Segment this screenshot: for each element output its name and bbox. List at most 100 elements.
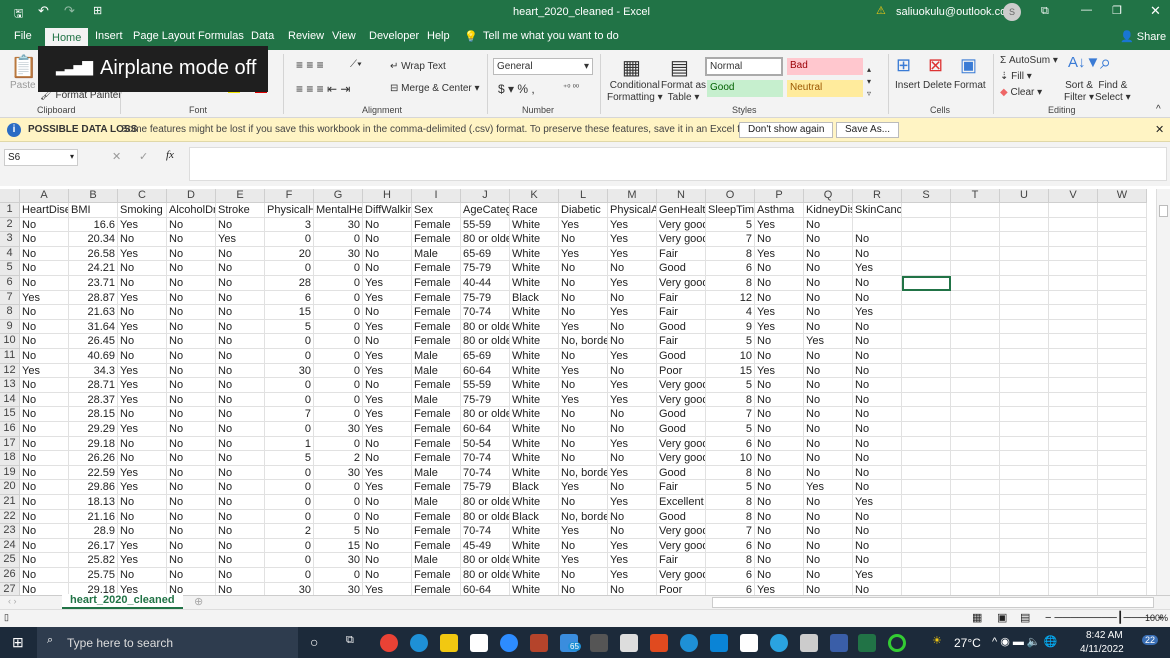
style-neutral[interactable]: Neutral [787, 80, 863, 97]
data-cell[interactable] [1000, 495, 1049, 510]
data-cell[interactable]: Good [657, 407, 706, 422]
taskbar-search[interactable]: ⌕ Type here to search [37, 627, 298, 658]
data-cell[interactable] [902, 261, 951, 276]
data-cell[interactable]: 26.58 [69, 246, 118, 262]
data-cell[interactable] [1049, 349, 1098, 364]
data-cell[interactable] [1000, 217, 1049, 233]
data-cell[interactable] [951, 246, 1000, 262]
data-cell[interactable] [1049, 407, 1098, 422]
data-cell[interactable] [951, 568, 1000, 583]
data-cell[interactable]: No [20, 217, 69, 233]
data-cell[interactable]: 75-79 [461, 480, 510, 495]
header-cell[interactable] [1049, 203, 1098, 218]
header-cell[interactable] [1000, 203, 1049, 218]
zoom-app-icon[interactable] [500, 634, 518, 652]
data-cell[interactable] [1049, 480, 1098, 495]
data-cell[interactable]: No [755, 261, 804, 276]
data-cell[interactable]: Yes [118, 553, 167, 568]
header-cell[interactable]: Asthma [755, 203, 804, 218]
data-cell[interactable] [1049, 363, 1098, 379]
format-cells-button[interactable]: Format [954, 80, 986, 91]
data-cell[interactable]: 1 [265, 436, 314, 452]
data-cell[interactable]: 8 [706, 495, 755, 510]
data-cell[interactable]: Very good [657, 538, 706, 554]
autosum-button[interactable]: Σ AutoSum ▾ [1000, 55, 1058, 66]
data-cell[interactable]: No [216, 246, 265, 262]
data-cell[interactable]: No [216, 305, 265, 320]
data-cell[interactable] [1000, 363, 1049, 379]
data-cell[interactable] [1098, 451, 1147, 466]
data-cell[interactable]: No [20, 261, 69, 276]
telegram-icon[interactable] [770, 634, 788, 652]
row-header[interactable]: 6 [0, 276, 20, 291]
selected-cell[interactable] [902, 276, 951, 291]
data-cell[interactable]: No [216, 378, 265, 393]
row-header[interactable]: 8 [0, 305, 20, 320]
data-cell[interactable]: No [755, 378, 804, 393]
column-header-F[interactable]: F [265, 189, 314, 203]
data-cell[interactable]: No [118, 509, 167, 525]
data-cell[interactable]: No [559, 378, 608, 393]
data-cell[interactable]: No [167, 538, 216, 554]
data-cell[interactable]: 80 or older [461, 568, 510, 583]
data-cell[interactable]: Yes [118, 319, 167, 335]
data-cell[interactable]: No [216, 509, 265, 525]
data-cell[interactable]: 16.6 [69, 217, 118, 233]
data-cell[interactable]: 65-69 [461, 349, 510, 364]
data-cell[interactable]: 6 [706, 538, 755, 554]
data-cell[interactable]: 0 [314, 305, 363, 320]
page-break-view-icon[interactable]: ▤ [1020, 611, 1030, 624]
data-cell[interactable] [1049, 509, 1098, 525]
data-cell[interactable]: No [755, 509, 804, 525]
data-cell[interactable]: Male [412, 363, 461, 379]
data-cell[interactable]: No [167, 217, 216, 233]
file-explorer-icon[interactable] [440, 634, 458, 652]
snowflake-app-icon[interactable] [800, 634, 818, 652]
data-cell[interactable]: No [804, 495, 853, 510]
data-cell[interactable]: No [853, 524, 902, 539]
data-cell[interactable] [1049, 392, 1098, 408]
data-cell[interactable]: 0 [314, 290, 363, 306]
data-cell[interactable] [1049, 217, 1098, 233]
data-cell[interactable]: No [216, 524, 265, 539]
data-cell[interactable]: 7 [265, 407, 314, 422]
data-cell[interactable]: No [755, 232, 804, 247]
data-cell[interactable] [1049, 451, 1098, 466]
data-cell[interactable]: No [216, 495, 265, 510]
header-cell[interactable]: Stroke [216, 203, 265, 218]
data-cell[interactable]: Yes [755, 217, 804, 233]
row-header[interactable]: 17 [0, 436, 20, 452]
data-cell[interactable]: Very good [657, 436, 706, 452]
data-cell[interactable]: Black [510, 509, 559, 525]
row-header[interactable]: 18 [0, 451, 20, 466]
data-cell[interactable]: No [167, 319, 216, 335]
data-cell[interactable]: No [608, 509, 657, 525]
data-cell[interactable]: 10 [706, 451, 755, 466]
data-cell[interactable]: 7 [706, 524, 755, 539]
data-cell[interactable]: 30 [314, 553, 363, 568]
paste-button[interactable]: Paste [10, 80, 36, 91]
data-cell[interactable]: 6 [706, 261, 755, 276]
data-cell[interactable]: No [559, 538, 608, 554]
data-cell[interactable]: No [804, 217, 853, 233]
app-icon-2[interactable] [830, 634, 848, 652]
data-cell[interactable] [951, 407, 1000, 422]
data-cell[interactable]: 0 [314, 334, 363, 349]
align-left-icon[interactable]: ≡ ≡ ≡ ⇤ ⇥ [296, 82, 350, 96]
data-cell[interactable] [902, 217, 951, 233]
data-cell[interactable]: No [167, 305, 216, 320]
data-cell[interactable]: Female [412, 568, 461, 583]
data-cell[interactable] [951, 378, 1000, 393]
formula-input[interactable] [189, 147, 1167, 181]
data-cell[interactable]: Black [510, 480, 559, 495]
cortana-icon[interactable]: ○ [310, 634, 318, 650]
fill-button[interactable]: ⇣ Fill ▾ [1000, 71, 1032, 82]
data-cell[interactable]: Male [412, 246, 461, 262]
data-cell[interactable]: No [20, 305, 69, 320]
tab-help[interactable]: Help [427, 30, 450, 42]
data-cell[interactable]: No [608, 451, 657, 466]
data-cell[interactable]: No [20, 451, 69, 466]
data-cell[interactable]: Yes [559, 480, 608, 495]
data-cell[interactable]: Very good [657, 524, 706, 539]
data-cell[interactable]: No [118, 495, 167, 510]
